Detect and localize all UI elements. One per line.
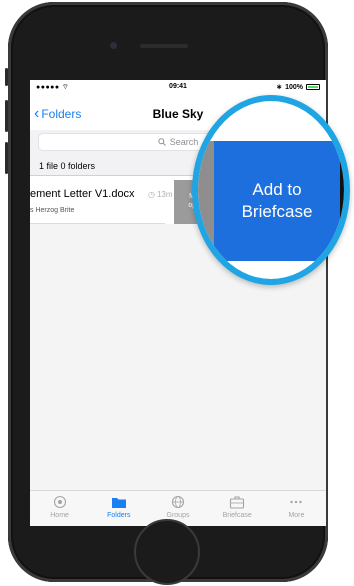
clock-icon: ◷: [148, 190, 155, 199]
tab-label: Groups: [166, 512, 190, 519]
add-to-briefcase-button[interactable]: Add to Briefcase: [214, 141, 340, 261]
tab-folders[interactable]: Folders: [89, 491, 148, 526]
battery-icon: [306, 84, 320, 90]
search-placeholder: Search: [169, 137, 199, 147]
more-icon: [290, 500, 303, 504]
battery-percent: 100%: [285, 83, 303, 91]
search-icon: [158, 138, 166, 146]
magnified-edge: [340, 141, 344, 261]
magnified-area: Add to Briefcase: [198, 101, 344, 279]
tab-label: More: [288, 512, 305, 519]
volume-down-button: [5, 142, 8, 174]
bluetooth-icon: ∗: [276, 84, 283, 91]
add-to-briefcase-label-1: Add to: [252, 180, 302, 199]
briefcase-icon: [230, 496, 245, 509]
file-time-label: 13m: [156, 190, 173, 199]
groups-icon: [171, 495, 185, 509]
volume-up-button: [5, 100, 8, 132]
home-button[interactable]: [134, 519, 200, 585]
status-right: ∗ 100%: [276, 83, 320, 91]
file-name: ement Letter V1.docx: [30, 188, 135, 200]
status-bar: ●●●●● ⌔ 09:41 ∗ 100%: [30, 80, 326, 94]
magnified-more-button: [198, 141, 214, 261]
tab-label: Home: [50, 512, 69, 519]
tab-label: Folders: [107, 512, 131, 519]
add-to-briefcase-label-2: Briefcase: [241, 202, 313, 221]
mute-switch: [5, 68, 8, 86]
phone-frame: ●●●●● ⌔ 09:41 ∗ 100% ‹ Folders Blue Sky: [5, 2, 328, 585]
tab-home[interactable]: Home: [30, 491, 89, 526]
home-icon: [53, 495, 66, 509]
file-owner: s Herzog Brite: [30, 207, 75, 214]
earpiece-speaker: [140, 44, 188, 48]
folder-icon: [111, 498, 126, 508]
tab-label: Briefcase: [222, 512, 252, 519]
file-modified-time: ◷ 13m: [148, 190, 173, 199]
tab-more[interactable]: More: [267, 491, 326, 526]
tab-briefcase[interactable]: Briefcase: [208, 491, 267, 526]
front-camera: [110, 42, 117, 49]
magnifier-callout: Add to Briefcase: [192, 95, 350, 285]
